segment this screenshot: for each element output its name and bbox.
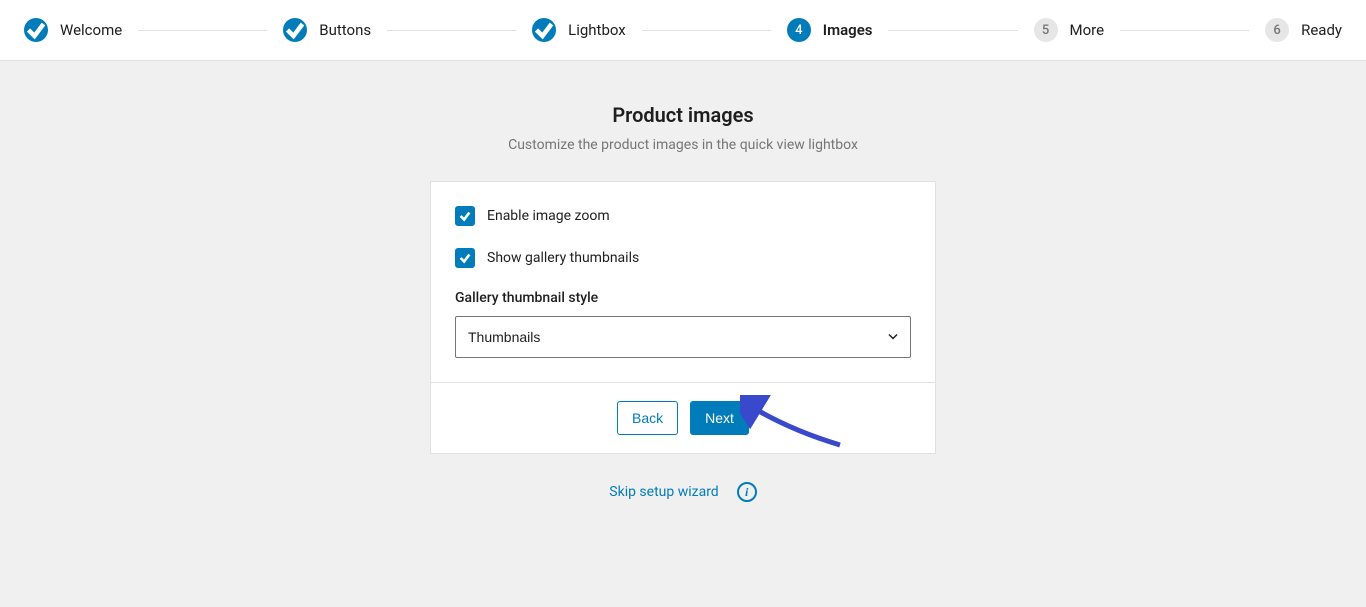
show-thumbnails-label: Show gallery thumbnails — [487, 250, 639, 266]
step-images[interactable]: 4 Images — [787, 18, 873, 42]
enable-zoom-row: Enable image zoom — [455, 206, 911, 226]
step-welcome[interactable]: Welcome — [24, 18, 122, 42]
step-label: Welcome — [60, 21, 122, 39]
back-button[interactable]: Back — [617, 401, 678, 435]
wizard-content: Product images Customize the product ima… — [0, 61, 1366, 502]
check-icon — [532, 18, 556, 42]
step-label: Ready — [1301, 21, 1342, 39]
gallery-style-select[interactable]: Thumbnails — [455, 316, 911, 358]
info-icon[interactable]: i — [737, 482, 757, 502]
gallery-style-wrapper: Thumbnails — [455, 316, 911, 358]
card-body: Enable image zoom Show gallery thumbnail… — [431, 182, 935, 382]
step-label: Images — [823, 21, 873, 39]
step-label: Buttons — [319, 21, 371, 39]
check-icon — [24, 18, 48, 42]
step-number: 4 — [787, 18, 811, 42]
show-thumbnails-row: Show gallery thumbnails — [455, 248, 911, 268]
step-more[interactable]: 5 More — [1034, 18, 1105, 42]
step-ready[interactable]: 6 Ready — [1265, 18, 1342, 42]
step-connector — [1120, 30, 1249, 31]
settings-card: Enable image zoom Show gallery thumbnail… — [430, 181, 936, 454]
skip-setup-link[interactable]: Skip setup wizard — [609, 484, 718, 500]
step-connector — [138, 30, 267, 31]
skip-row: Skip setup wizard i — [609, 482, 756, 502]
page-subtitle: Customize the product images in the quic… — [508, 137, 858, 153]
enable-zoom-checkbox[interactable] — [455, 206, 475, 226]
next-button[interactable]: Next — [690, 401, 749, 435]
card-footer: Back Next — [431, 382, 935, 453]
step-number: 6 — [1265, 18, 1289, 42]
step-connector — [387, 30, 516, 31]
enable-zoom-label: Enable image zoom — [487, 208, 610, 224]
step-label: More — [1070, 21, 1105, 39]
step-lightbox[interactable]: Lightbox — [532, 18, 626, 42]
wizard-stepper: Welcome Buttons Lightbox 4 Images 5 More… — [0, 0, 1366, 61]
gallery-style-label: Gallery thumbnail style — [455, 290, 911, 306]
step-connector — [642, 30, 771, 31]
check-icon — [283, 18, 307, 42]
step-label: Lightbox — [568, 21, 626, 39]
show-thumbnails-checkbox[interactable] — [455, 248, 475, 268]
step-number: 5 — [1034, 18, 1058, 42]
step-connector — [888, 30, 1017, 31]
step-buttons[interactable]: Buttons — [283, 18, 371, 42]
page-title: Product images — [612, 103, 753, 127]
